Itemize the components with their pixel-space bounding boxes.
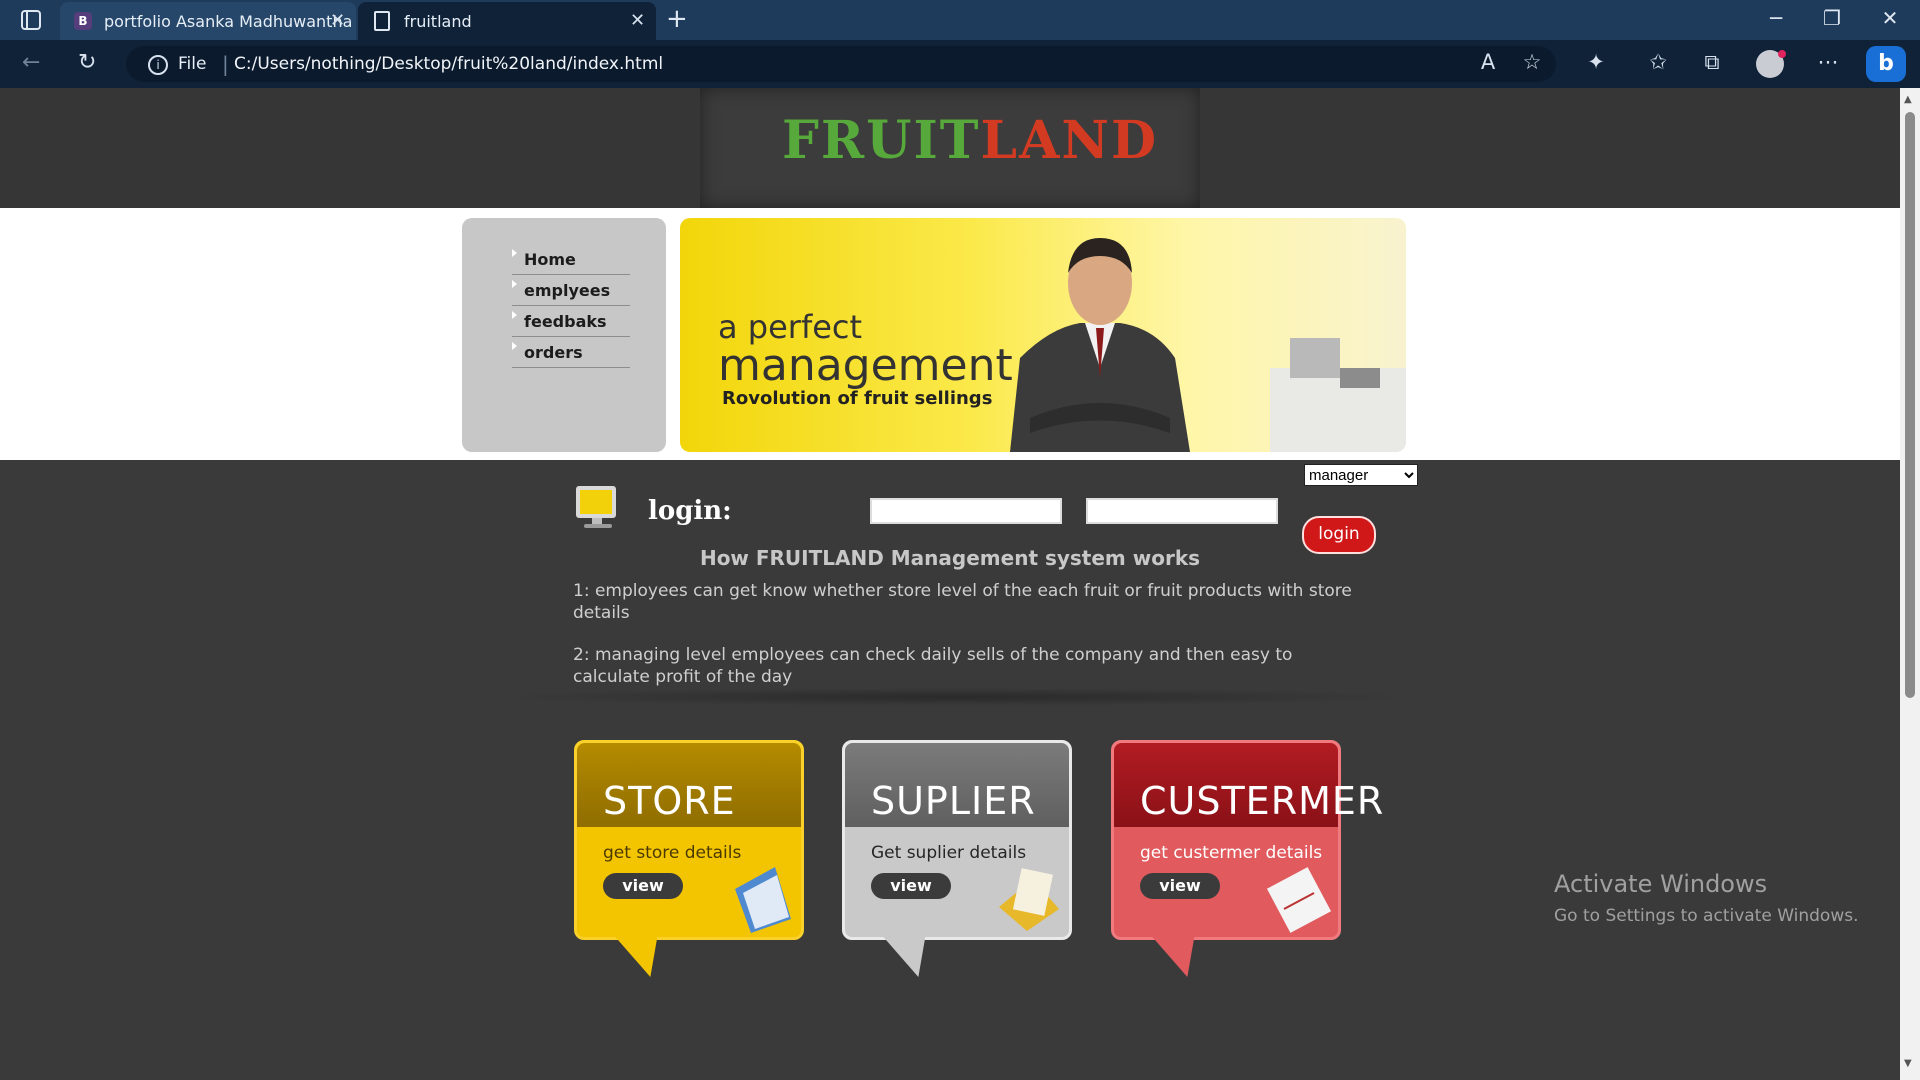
browser-toolbar: ← ↻ i File | C:/Users/nothing/Desktop/fr… [0, 40, 1920, 88]
page-viewport: FRUITLAND Home emplyees feedbaks orders [0, 88, 1900, 1080]
bootstrap-favicon-icon: B [74, 12, 92, 30]
fruitland-logo[interactable]: FRUITLAND [782, 110, 1158, 171]
card-tail [1150, 935, 1214, 977]
close-tab-icon[interactable]: ✕ [630, 10, 645, 31]
document-icon [374, 11, 390, 31]
extensions-icon[interactable]: ✦ [1580, 50, 1612, 74]
banner-tagline: Rovolution of fruit sellings [722, 388, 993, 409]
password-input[interactable] [1086, 498, 1278, 524]
side-menu: Home emplyees feedbaks orders [462, 218, 666, 452]
scroll-thumb[interactable] [1905, 112, 1915, 698]
supplier-card: SUPLIER Get suplier details view [842, 740, 1072, 977]
card-title: SUPLIER [871, 779, 1036, 823]
menu-item-employees[interactable]: emplyees [512, 275, 630, 306]
logo-box: FRUITLAND [700, 88, 1200, 208]
address-separator: | [222, 52, 229, 76]
refresh-icon[interactable]: ↻ [78, 50, 96, 75]
close-tab-icon[interactable]: ✕ [330, 10, 345, 31]
notification-dot [1778, 50, 1786, 58]
businessman-photo [1010, 238, 1406, 452]
scroll-up-icon[interactable]: ▲ [1904, 94, 1912, 105]
card-tail [613, 935, 677, 977]
customer-card: CUSTERMER get custermer details view [1111, 740, 1383, 977]
favorites-icon[interactable]: ✩ [1642, 50, 1674, 74]
read-aloud-icon[interactable]: A [1472, 50, 1504, 74]
minimize-button[interactable]: ─ [1756, 6, 1796, 30]
info-title: How FRUITLAND Management system works [699, 546, 1201, 570]
restore-button[interactable]: ❐ [1812, 6, 1852, 30]
new-tab-button[interactable]: + [666, 4, 688, 34]
tab-title: fruitland [404, 12, 472, 31]
add-favorite-icon[interactable]: ☆ [1516, 50, 1548, 74]
monitor-icon [576, 486, 616, 528]
folder-icon [735, 867, 791, 933]
info-item: 2: managing level employees can check da… [573, 645, 1293, 687]
close-window-button[interactable]: ✕ [1870, 6, 1910, 30]
menu-item-home[interactable]: Home [512, 244, 630, 275]
more-icon[interactable]: ⋯ [1812, 50, 1844, 74]
arrow-icon [512, 342, 517, 350]
menu-item-label: Home [524, 250, 576, 269]
arrow-icon [512, 249, 517, 257]
section-divider [490, 688, 1420, 706]
bing-icon[interactable]: b [1866, 46, 1906, 82]
info-item: 1: employees can get know whether store … [573, 581, 1352, 623]
address-bar[interactable]: i File | C:/Users/nothing/Desktop/fruit%… [126, 46, 1556, 82]
arrow-icon [512, 280, 517, 288]
menu-item-feedbacks[interactable]: feedbaks [512, 306, 630, 337]
view-supplier-button[interactable]: view [871, 873, 951, 899]
collections-icon[interactable]: ⧉ [1696, 50, 1728, 75]
card-header: SUPLIER [845, 743, 1069, 827]
info-icon[interactable]: i [148, 55, 168, 75]
logo-part-land: LAND [980, 110, 1159, 171]
store-card: STORE get store details view [574, 740, 804, 977]
activate-windows-subtitle: Go to Settings to activate Windows. [1554, 906, 1859, 926]
tab-fruitland[interactable]: fruitland ✕ [358, 2, 656, 40]
scroll-down-icon[interactable]: ▼ [1904, 1058, 1912, 1069]
scheme-label: File [178, 54, 207, 74]
documents-icon [999, 868, 1059, 931]
role-select[interactable]: manager [1304, 464, 1418, 486]
card-title: STORE [603, 779, 736, 823]
activate-windows-title: Activate Windows [1554, 870, 1768, 898]
tab-title: portfolio Asanka Madhuwantha [104, 12, 353, 31]
tab-actions-icon[interactable] [12, 8, 48, 32]
card-header: STORE [577, 743, 801, 827]
arrow-icon [512, 311, 517, 319]
url-text[interactable]: C:/Users/nothing/Desktop/fruit%20land/in… [234, 54, 663, 74]
login-label: login: [648, 496, 732, 526]
card-header: CUSTERMER [1114, 743, 1383, 827]
card-tail [881, 935, 945, 977]
menu-item-orders[interactable]: orders [512, 337, 630, 368]
banner-line-2: management [718, 340, 1013, 391]
report-icon [1266, 867, 1332, 933]
menu-item-label: emplyees [524, 281, 611, 300]
logo-part-fruit: FRUIT [782, 110, 981, 171]
browser-tab-bar: B portfolio Asanka Madhuwantha ✕ fruitla… [0, 0, 1920, 40]
back-icon[interactable]: ← [22, 50, 40, 75]
card-description: get store details [603, 843, 742, 863]
hero-band: Home emplyees feedbaks orders a perfect … [0, 208, 1900, 460]
card-title: CUSTERMER [1140, 779, 1385, 823]
username-input[interactable] [870, 498, 1062, 524]
hero-banner: a perfect management Rovolution of fruit… [680, 218, 1406, 452]
site-header: FRUITLAND [0, 88, 1900, 208]
view-customer-button[interactable]: view [1140, 873, 1220, 899]
menu-item-label: feedbaks [524, 312, 607, 331]
view-store-button[interactable]: view [603, 873, 683, 899]
vertical-scrollbar[interactable]: ▲ ▼ [1900, 88, 1920, 1080]
menu-item-label: orders [524, 343, 583, 362]
tab-portfolio[interactable]: B portfolio Asanka Madhuwantha ✕ [60, 2, 356, 40]
